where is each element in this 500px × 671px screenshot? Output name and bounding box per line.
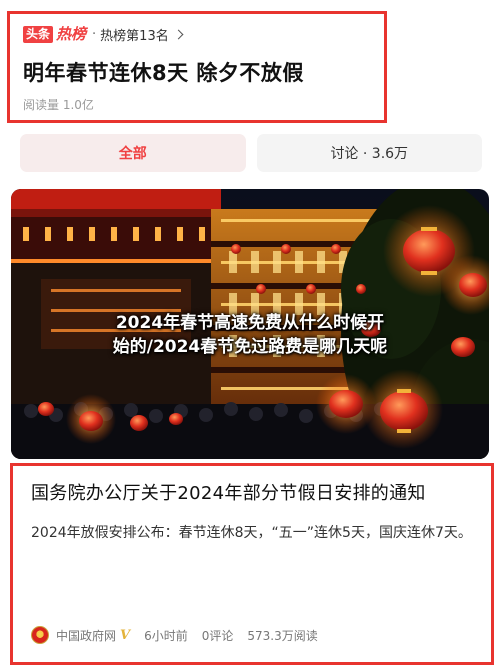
tab-discussion[interactable]: 讨论 · 3.6万 [256,134,482,172]
article-cover-image[interactable]: 2024年春节高速免费从什么时候开 始的/2024春节免过路费是哪几天呢 [11,189,489,459]
toutiao-hot-list-logo: 头条 热榜 [23,24,87,43]
article-meta: 中国政府网 V 6小时前 0评论 573.3万阅读 [31,626,318,644]
article-source[interactable]: 中国政府网 [56,627,116,644]
toutiao-logo-text: 头条 [23,25,54,43]
article-read-count: 573.3万阅读 [247,628,318,643]
screen: 头条 热榜 · 热榜第13名 明年春节连休8天 除夕不放假 阅读量 1.0亿 全… [0,0,500,671]
hot-list-logo-text: 热榜 [56,24,87,43]
verified-badge-icon: V [120,627,131,643]
national-emblem-icon [31,626,49,644]
chevron-right-icon [173,29,184,40]
article-comment-count: 0评论 [201,628,234,643]
article-card[interactable]: 国务院办公厅关于2024年部分节假日安排的通知 2024年放假安排公布：春节连休… [10,463,494,665]
article-time: 6小时前 [144,628,188,643]
article-summary: 2024年放假安排公布：春节连休8天，“五一”连休5天，国庆连休7天。 [31,525,472,541]
article-title[interactable]: 国务院办公厅关于2024年部分节假日安排的通知 [31,480,473,508]
image-caption-text: 2024年春节高速免费从什么时候开 始的/2024春节免过路费是哪几天呢 [11,311,489,359]
hot-topic-card[interactable]: 头条 热榜 · 热榜第13名 明年春节连休8天 除夕不放假 阅读量 1.0亿 [7,11,387,123]
hot-list-link[interactable]: 头条 热榜 · 热榜第13名 [23,23,372,45]
tab-all[interactable]: 全部 [20,134,246,172]
hot-topic-view-count: 阅读量 1.0亿 [23,98,94,112]
image-caption-line-1: 2024年春节高速免费从什么时候开 [115,313,385,333]
filter-tabs: 全部 讨论 · 3.6万 [20,134,482,172]
image-caption-line-2: 始的/2024春节免过路费是哪几天呢 [112,337,388,357]
hot-topic-title: 明年春节连休8天 除夕不放假 [23,61,304,85]
hot-rank-label: 热榜第13名 [100,28,169,44]
separator-dot: · [92,26,97,42]
